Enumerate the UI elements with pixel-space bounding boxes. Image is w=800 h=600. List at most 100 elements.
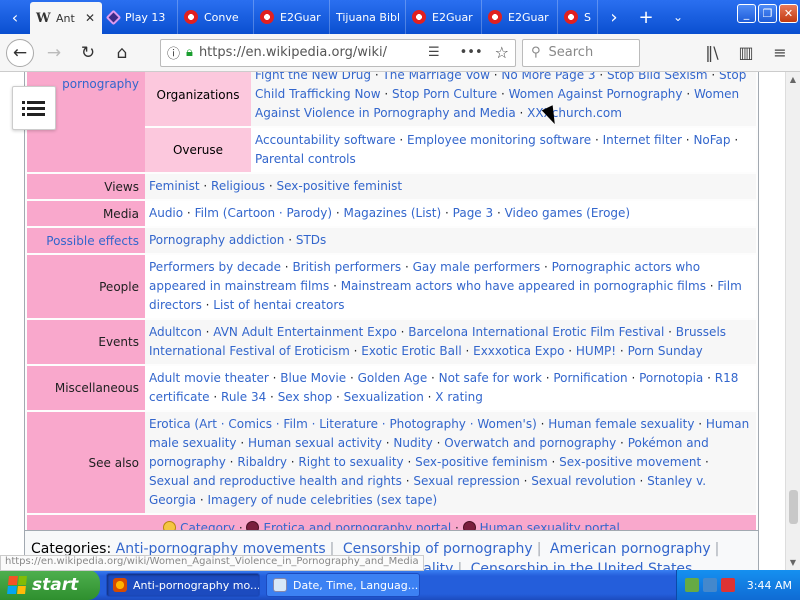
navbox-link[interactable]: Performers by decade <box>149 260 281 274</box>
navbox-link[interactable]: Religious <box>211 179 265 193</box>
navbox-link[interactable]: Not safe for work <box>439 371 542 385</box>
navbox-link[interactable]: Sexual and reproductive health and right… <box>149 474 402 488</box>
tab-tijuana-bible[interactable]: Tijuana Bibl <box>330 0 406 34</box>
navbox-link[interactable]: Audio <box>149 206 183 220</box>
tab-e2guardian-2[interactable]: E2Guar <box>406 0 482 34</box>
navbox-link[interactable]: The Marriage Vow <box>382 72 489 82</box>
navbox-link[interactable]: Right to sexuality <box>298 455 403 469</box>
scroll-up-icon[interactable]: ▲ <box>786 72 800 87</box>
navbox-link[interactable]: Parental controls <box>255 152 356 166</box>
navbox-link[interactable]: Exxxotica Expo <box>473 344 564 358</box>
scrollbar-thumb[interactable] <box>789 490 798 524</box>
navbox-link[interactable]: XXXchurch.com <box>527 106 622 120</box>
navbox-link[interactable]: Film (Cartoon · Parody) <box>195 206 332 220</box>
navbox-link[interactable]: Erotica (Art · Comics · Film · Literatur… <box>149 417 537 431</box>
navbox-link[interactable]: British performers <box>292 260 401 274</box>
tab-scroll-left-icon[interactable]: ‹ <box>0 0 30 34</box>
navbox-link[interactable]: Exotic Erotic Ball <box>361 344 461 358</box>
tab-anti-pornography[interactable]: W Ant ✕ <box>30 2 102 34</box>
category-link[interactable]: American pornography <box>550 541 711 557</box>
navbox-link[interactable]: Rule 34 <box>221 390 266 404</box>
lock-icon[interactable]: 🔒︎ <box>186 45 193 60</box>
bookmark-star-icon[interactable]: ☆ <box>495 43 509 62</box>
network-icon[interactable] <box>685 578 699 592</box>
library-icon[interactable]: ‖\ <box>698 43 726 62</box>
navbox-link[interactable]: Stop Bild Sexism <box>607 72 708 82</box>
url-bar[interactable]: ⓘ 🔒︎ https://en.wikipedia.org/wiki/ ☰ ••… <box>160 38 516 67</box>
category-link[interactable]: Censorship in the United States <box>471 561 693 570</box>
restore-icon[interactable]: ❐ <box>758 4 777 23</box>
info-icon[interactable]: ⓘ <box>167 43 180 62</box>
navbox-link[interactable]: Human sexual activity <box>248 436 382 450</box>
navbox-link[interactable]: Blue Movie <box>280 371 346 385</box>
navbox-link[interactable]: Adult movie theater <box>149 371 269 385</box>
navbox-link[interactable]: HUMP! <box>576 344 616 358</box>
navbox-link[interactable]: Pornification <box>553 371 627 385</box>
navbox-link[interactable]: Ribaldry <box>237 455 287 469</box>
tab-play[interactable]: Play 13 <box>102 0 178 34</box>
navbox-link[interactable]: Mainstream actors who have appeared in p… <box>341 279 706 293</box>
navbox-link[interactable]: List of hentai creators <box>213 298 344 312</box>
navbox-link[interactable]: Sex-positive movement <box>559 455 701 469</box>
scroll-down-icon[interactable]: ▼ <box>786 555 800 570</box>
start-button[interactable]: start <box>0 570 100 600</box>
navbox-link[interactable]: Overwatch and pornography <box>444 436 616 450</box>
clock[interactable]: 3:44 AM <box>747 579 792 592</box>
tab-scroll-right-icon[interactable]: › <box>598 0 630 34</box>
navbox-link[interactable]: No More Page 3 <box>501 72 595 82</box>
navbox-link[interactable]: Sex-positive feminist <box>276 179 402 193</box>
navbox-link[interactable]: Page 3 <box>453 206 494 220</box>
navbox-link[interactable]: Employee monitoring software <box>407 133 591 147</box>
navbox-link[interactable]: Barcelona International Erotic Film Fest… <box>408 325 664 339</box>
navbox-link[interactable]: Porn Sunday <box>628 344 703 358</box>
navbox-link[interactable]: Video games (Eroge) <box>505 206 631 220</box>
navbox-link[interactable]: Feminist <box>149 179 200 193</box>
navbox-link[interactable]: Golden Age <box>358 371 428 385</box>
navbox-link[interactable]: Fight the New Drug <box>255 72 371 82</box>
navbox-group-label[interactable]: Possible effects <box>27 228 145 253</box>
navbox-link[interactable]: Pornography addiction <box>149 233 284 247</box>
navbox-link[interactable]: X rating <box>435 390 483 404</box>
tab-conve[interactable]: Conve <box>178 0 254 34</box>
url-text[interactable]: https://en.wikipedia.org/wiki/ <box>199 45 422 60</box>
back-button[interactable]: ← <box>6 38 34 67</box>
tab-e2guardian-3[interactable]: E2Guar <box>482 0 558 34</box>
navbox-link[interactable]: Women Against Pornography <box>509 87 683 101</box>
navbox-link[interactable]: AVN Adult Entertainment Expo <box>213 325 397 339</box>
security-shield-icon[interactable] <box>721 578 735 592</box>
tab-sp[interactable]: Sp <box>558 0 598 34</box>
navbox-link[interactable]: Sexual revolution <box>531 474 635 488</box>
forward-button[interactable]: → <box>40 39 68 67</box>
navbox-link[interactable]: Stop Porn Culture <box>392 87 497 101</box>
search-input[interactable]: ⚲ Search <box>522 38 640 67</box>
minimize-icon[interactable]: _ <box>737 4 756 23</box>
home-button[interactable]: ⌂ <box>108 39 136 67</box>
reader-view-icon[interactable]: ☰ <box>428 45 440 60</box>
navbox-link[interactable]: Adultcon <box>149 325 202 339</box>
volume-icon[interactable] <box>703 578 717 592</box>
close-tab-icon[interactable]: ✕ <box>85 11 95 25</box>
navbox-link[interactable]: Imagery of nude celebrities (sex tape) <box>208 493 438 507</box>
navbox-link[interactable]: Sexual repression <box>413 474 520 488</box>
tab-e2guardian-1[interactable]: E2Guar <box>254 0 330 34</box>
navbox-link[interactable]: Nudity <box>393 436 432 450</box>
navbox-link[interactable]: Internet filter <box>603 133 682 147</box>
navbox-link[interactable]: Sex-positive feminism <box>415 455 548 469</box>
navbox-link[interactable]: Sexualization <box>344 390 424 404</box>
new-tab-icon[interactable]: + <box>630 0 662 34</box>
navbox-link[interactable]: Accountability software <box>255 133 396 147</box>
navbox-link[interactable]: Gay male performers <box>413 260 541 274</box>
sidebar-icon[interactable]: ▥ <box>732 43 760 62</box>
navbox-link[interactable]: NoFap <box>693 133 730 147</box>
navbox-link[interactable]: Human female sexuality <box>548 417 694 431</box>
menu-icon[interactable]: ≡ <box>766 43 794 62</box>
navbox-link[interactable]: STDs <box>296 233 326 247</box>
navbox-link[interactable]: Pornotopia <box>639 371 703 385</box>
taskbar-task-browser[interactable]: Anti-pornography mo... <box>106 573 260 597</box>
page-actions-icon[interactable]: ••• <box>460 45 483 60</box>
tab-list-chevron-icon[interactable]: ⌄ <box>662 0 694 34</box>
reload-button[interactable]: ↻ <box>74 39 102 67</box>
taskbar-task-date-time[interactable]: Date, Time, Languag... <box>266 573 420 597</box>
page-scrollbar[interactable]: ▲ ▼ <box>785 72 800 570</box>
navbox-link[interactable]: Magazines (List) <box>343 206 441 220</box>
